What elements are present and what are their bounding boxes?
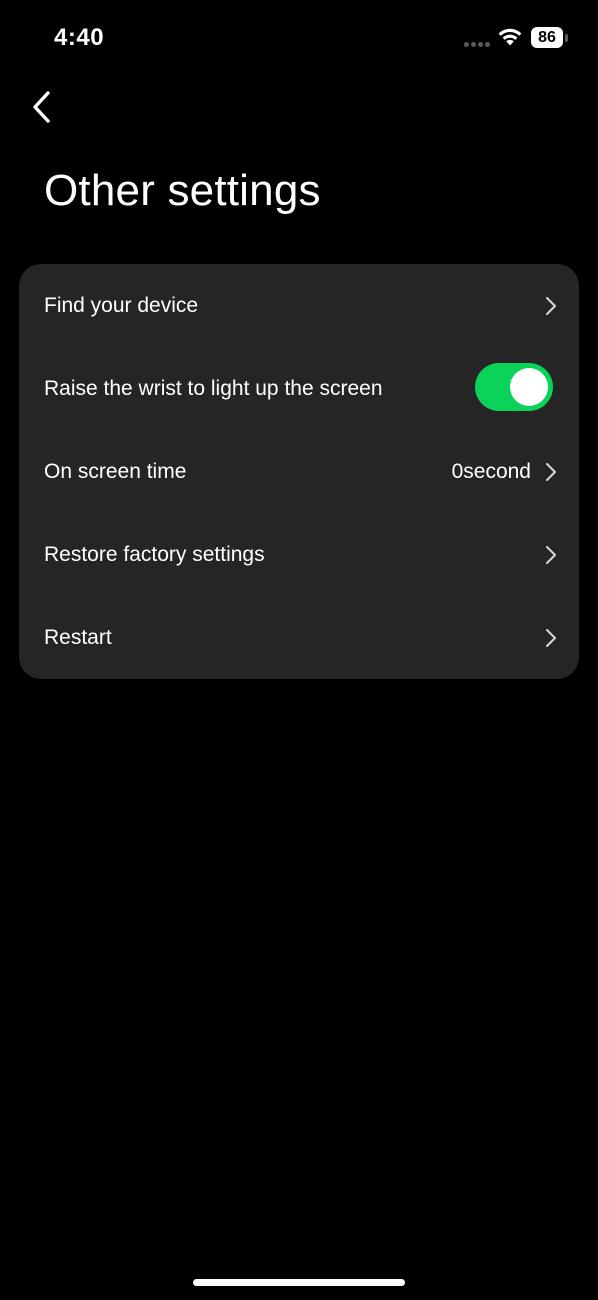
chevron-right-icon (546, 546, 556, 564)
restore-factory-label: Restore factory settings (44, 543, 265, 566)
find-device-label: Find your device (44, 294, 199, 317)
chevron-right-icon (546, 297, 556, 315)
raise-wrist-toggle[interactable] (475, 363, 553, 411)
on-screen-time-row[interactable]: On screen time 0second (19, 430, 579, 513)
restart-label: Restart (44, 626, 112, 649)
raise-wrist-row: Raise the wrist to light up the screen (19, 347, 579, 430)
battery-nub (565, 34, 568, 42)
on-screen-time-label: On screen time (44, 460, 187, 483)
restart-row[interactable]: Restart (19, 596, 579, 679)
back-button[interactable] (24, 84, 68, 128)
toggle-knob (510, 368, 548, 406)
chevron-left-icon (33, 91, 50, 123)
find-device-row[interactable]: Find your device (19, 264, 579, 347)
raise-wrist-label: Raise the wrist to light up the screen (44, 377, 383, 400)
status-bar: 4:40 86 (0, 0, 598, 78)
on-screen-time-value: 0second (451, 460, 531, 483)
cellular-signal-icon (464, 42, 490, 47)
restore-factory-row[interactable]: Restore factory settings (19, 513, 579, 596)
chevron-right-icon (546, 463, 556, 481)
screen: 4:40 86 Other settings Find your device … (0, 0, 598, 1300)
settings-card: Find your device Raise the wrist to ligh… (19, 264, 579, 679)
chevron-right-icon (546, 629, 556, 647)
wifi-icon (498, 28, 522, 46)
status-time: 4:40 (54, 24, 105, 51)
page-title: Other settings (44, 166, 321, 215)
home-indicator[interactable] (193, 1279, 405, 1286)
battery-icon: 86 (531, 27, 563, 48)
